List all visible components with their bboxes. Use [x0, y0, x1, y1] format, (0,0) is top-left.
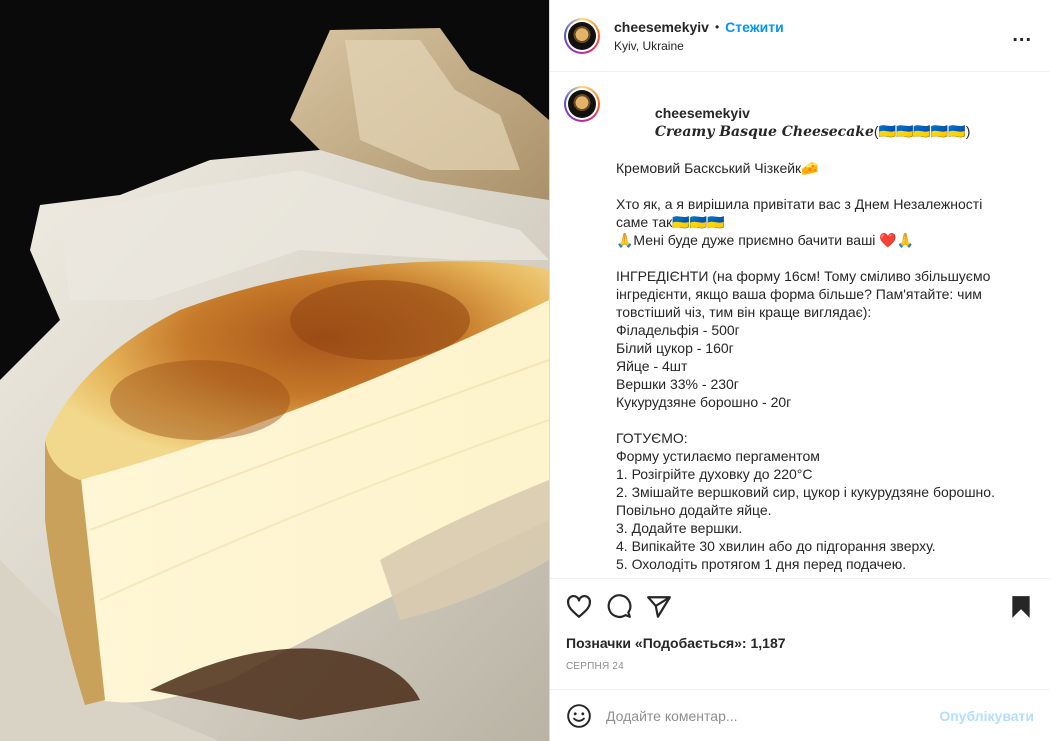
caption-line: Кремовий Баскський Чізкейк🧀: [616, 160, 819, 176]
heart-icon[interactable]: [566, 594, 592, 620]
caption-line: Яйце - 4шт: [616, 358, 688, 374]
caption-title-suffix: (🇺🇦🇺🇦🇺🇦🇺🇦🇺🇦): [873, 123, 971, 139]
caption-line: 2. Змішайте вершковий сир, цукор і кукур…: [616, 484, 999, 518]
caption-avatar[interactable]: [564, 86, 600, 122]
caption-scroll-area[interactable]: cheesemekyiv Creamy Basque Cheesecake(🇺🇦…: [550, 72, 1050, 578]
likes-count[interactable]: Позначки «Подобається»: 1,187: [566, 635, 1034, 651]
caption-line: ГОТУЄМО:: [616, 430, 688, 446]
caption-line: 🙏Мені буде дуже приємно бачити ваші ❤️🙏: [616, 232, 915, 248]
caption-line: 1. Розігрійте духовку до 220°С: [616, 466, 813, 482]
caption-line: [616, 411, 1016, 429]
caption-line: ІНГРЕДІЄНТИ (на форму 16см! Тому сміливо…: [616, 268, 995, 320]
bookmark-icon[interactable]: [1008, 594, 1034, 620]
caption-line: Філадельфія - 500г: [616, 322, 740, 338]
caption-line: Вершки 33% - 230г: [616, 376, 739, 392]
comment-icon[interactable]: [606, 594, 632, 620]
caption-line: 3. Додайте вершки.: [616, 520, 743, 536]
post-details-panel: cheesemekyiv • Стежити Kyiv, Ukraine ...…: [549, 0, 1050, 741]
caption-line: Кукурудзяне борошно - 20г: [616, 394, 792, 410]
post-date[interactable]: СЕРПНЯ 24: [566, 661, 1034, 672]
caption-title: Creamy Basque Cheesecake: [654, 124, 874, 140]
action-bar: Позначки «Подобається»: 1,187 СЕРПНЯ 24: [550, 578, 1050, 672]
caption-line: Білий цукор - 160г: [616, 340, 734, 356]
caption-line: [616, 249, 1016, 267]
caption-username[interactable]: cheesemekyiv: [655, 105, 750, 121]
post-header: cheesemekyiv • Стежити Kyiv, Ukraine ...: [550, 0, 1050, 72]
cheesecake-image: [0, 0, 549, 741]
emoji-icon[interactable]: [566, 703, 592, 729]
caption-text: cheesemekyiv Creamy Basque Cheesecake(🇺🇦…: [616, 86, 1016, 578]
comment-box: Опублікувати: [550, 689, 1050, 741]
caption-line: 4. Випікайте 30 хвилин або до підгорання…: [616, 538, 936, 554]
follow-button[interactable]: Стежити: [725, 19, 784, 35]
post-comment-button[interactable]: Опублікувати: [939, 708, 1034, 724]
share-icon[interactable]: [646, 594, 672, 620]
caption-line: Хто як, а я вирішила привітати вас з Дне…: [616, 196, 987, 230]
avatar[interactable]: [564, 17, 600, 54]
caption-line: Форму устилаємо пергаментом: [616, 448, 820, 464]
comment-input[interactable]: [606, 707, 940, 724]
caption-line: 5. Охолодіть протягом 1 дня перед подаче…: [616, 556, 907, 572]
username-link[interactable]: cheesemekyiv: [614, 19, 709, 35]
more-options-icon[interactable]: ...: [1008, 24, 1036, 47]
separator-dot: •: [714, 19, 720, 34]
caption-line: [616, 177, 1016, 195]
location-link[interactable]: Kyiv, Ukraine: [614, 39, 1008, 53]
post-photo[interactable]: [0, 0, 549, 741]
